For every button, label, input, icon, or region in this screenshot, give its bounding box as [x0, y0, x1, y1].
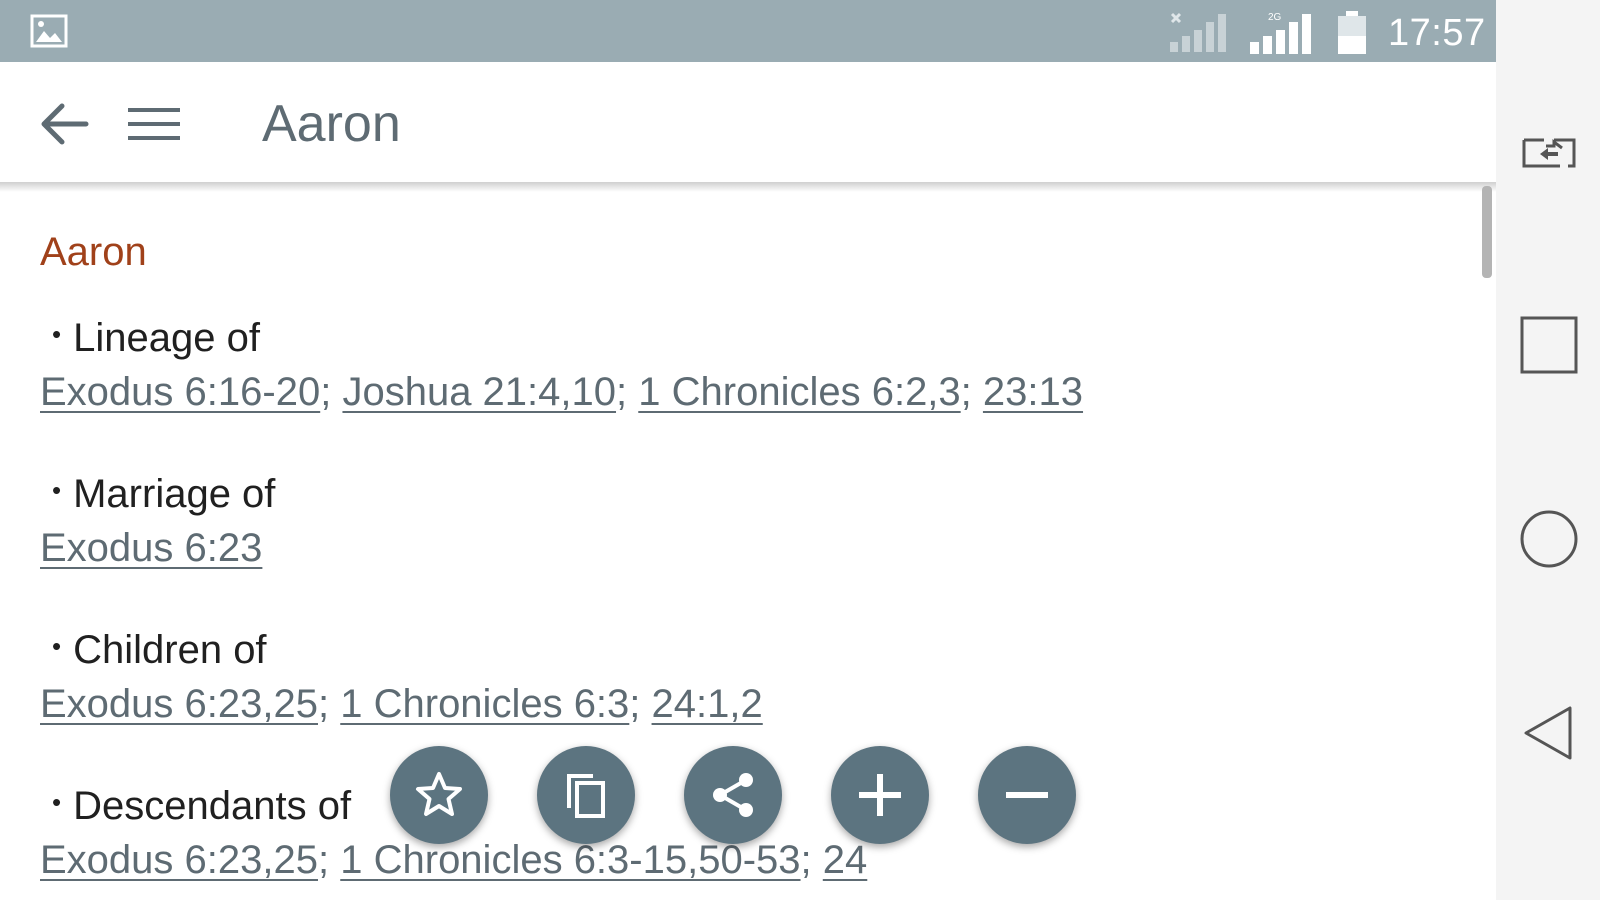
separator: ; — [320, 370, 332, 414]
separator: ; — [800, 838, 812, 882]
reference-link[interactable]: 24 — [823, 838, 868, 882]
back-arrow-icon[interactable] — [36, 98, 92, 150]
reference-link[interactable]: Joshua 21:4,10 — [342, 370, 616, 414]
copy-button[interactable] — [537, 746, 635, 844]
bullet: • — [52, 475, 62, 505]
system-nav-bar — [1496, 0, 1600, 900]
reference-list: Exodus 6:23,25; 1 Chronicles 6:3; 24:1,2 — [40, 682, 1440, 727]
section-heading: Lineage of — [73, 316, 260, 360]
recents-square-icon[interactable] — [1518, 314, 1580, 376]
section-heading: Children of — [73, 628, 267, 672]
back-triangle-icon[interactable] — [1518, 702, 1580, 764]
share-icon — [713, 773, 753, 817]
separator: ; — [629, 682, 641, 726]
reference-link[interactable]: 1 Chronicles 6:3 — [340, 682, 629, 726]
reference-link[interactable]: 23:13 — [983, 370, 1083, 414]
section-lineage: • Lineage of Exodus 6:16-20; Joshua 21:4,… — [40, 316, 1440, 415]
signal-disabled-icon — [1170, 12, 1226, 52]
reference-link[interactable]: Exodus 6:23,25 — [40, 682, 318, 726]
star-icon — [416, 772, 462, 816]
separator: ; — [960, 370, 972, 414]
bullet: • — [52, 319, 62, 349]
bullet: • — [52, 631, 62, 661]
plus-icon — [859, 774, 901, 816]
svg-text:2G: 2G — [1268, 12, 1282, 23]
status-bar: 2G 17:57 — [0, 0, 1496, 62]
minus-icon — [1006, 792, 1048, 798]
separator: ; — [318, 838, 330, 882]
reference-link[interactable]: 1 Chronicles 6:3-15,50-53 — [340, 838, 800, 882]
reference-link[interactable]: 1 Chronicles 6:2,3 — [638, 370, 960, 414]
reference-link[interactable]: 24:1,2 — [652, 682, 763, 726]
copy-icon — [567, 774, 605, 818]
battery-icon — [1338, 11, 1366, 54]
bullet: • — [52, 787, 62, 817]
reference-list: Exodus 6:16-20; Joshua 21:4,10; 1 Chroni… — [40, 370, 1440, 415]
bookmark-button[interactable] — [390, 746, 488, 844]
reference-link[interactable]: Exodus 6:23,25 — [40, 838, 318, 882]
reference-list: Exodus 6:23 — [40, 526, 1440, 571]
reference-link[interactable]: Exodus 6:23 — [40, 526, 262, 570]
section-heading: Marriage of — [73, 472, 276, 516]
entry-title: Aaron — [40, 230, 147, 274]
dual-window-icon[interactable] — [1518, 120, 1580, 182]
home-circle-icon[interactable] — [1518, 508, 1580, 570]
section-marriage: • Marriage of Exodus 6:23 — [40, 472, 1440, 571]
signal-2g-icon: 2G — [1250, 12, 1311, 54]
separator: ; — [616, 370, 628, 414]
hamburger-menu-icon[interactable] — [126, 98, 184, 150]
app-screen: 2G 17:57 Aaron Aaron • Lineage of Exodus… — [0, 0, 1496, 900]
zoom-out-button[interactable] — [978, 746, 1076, 844]
app-bar-shadow — [0, 182, 1496, 192]
status-time: 17:57 — [1388, 12, 1486, 54]
section-children: • Children of Exodus 6:23,25; 1 Chronicle… — [40, 628, 1440, 727]
app-bar: Aaron — [0, 62, 1496, 182]
gallery-icon — [30, 14, 68, 48]
reference-link[interactable]: Exodus 6:16-20 — [40, 370, 320, 414]
separator: ; — [318, 682, 330, 726]
app-title: Aaron — [262, 95, 401, 153]
zoom-in-button[interactable] — [831, 746, 929, 844]
share-button[interactable] — [684, 746, 782, 844]
reference-list: Exodus 6:23,25; 1 Chronicles 6:3-15,50-5… — [40, 838, 1440, 883]
section-heading: Descendants of — [73, 784, 352, 828]
